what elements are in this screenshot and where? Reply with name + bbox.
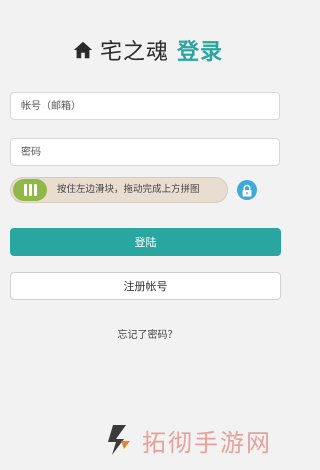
page-header: 宅之魂 登录: [0, 34, 295, 66]
slider-captcha: 按住左边滑块，拖动完成上方拼图: [10, 177, 228, 203]
login-button[interactable]: 登陆: [10, 228, 281, 256]
account-input[interactable]: [10, 92, 280, 120]
site-name: 宅之魂: [99, 40, 169, 65]
page-title: 登录: [177, 40, 224, 65]
watermark: 拓彻手游网: [104, 420, 272, 460]
watermark-logo-icon: [108, 425, 130, 455]
lock-icon[interactable]: [237, 180, 257, 200]
watermark-text: 拓彻手游网: [142, 428, 272, 457]
password-input[interactable]: [10, 138, 280, 166]
forgot-password-link[interactable]: 忘记了密码？: [0, 326, 295, 341]
register-button[interactable]: 注册帐号: [10, 272, 281, 300]
home-icon[interactable]: [72, 39, 94, 61]
grip-icon: [23, 184, 27, 196]
slider-hint: 按住左边滑块，拖动完成上方拼图: [57, 184, 200, 195]
slider-knob[interactable]: [13, 179, 47, 201]
